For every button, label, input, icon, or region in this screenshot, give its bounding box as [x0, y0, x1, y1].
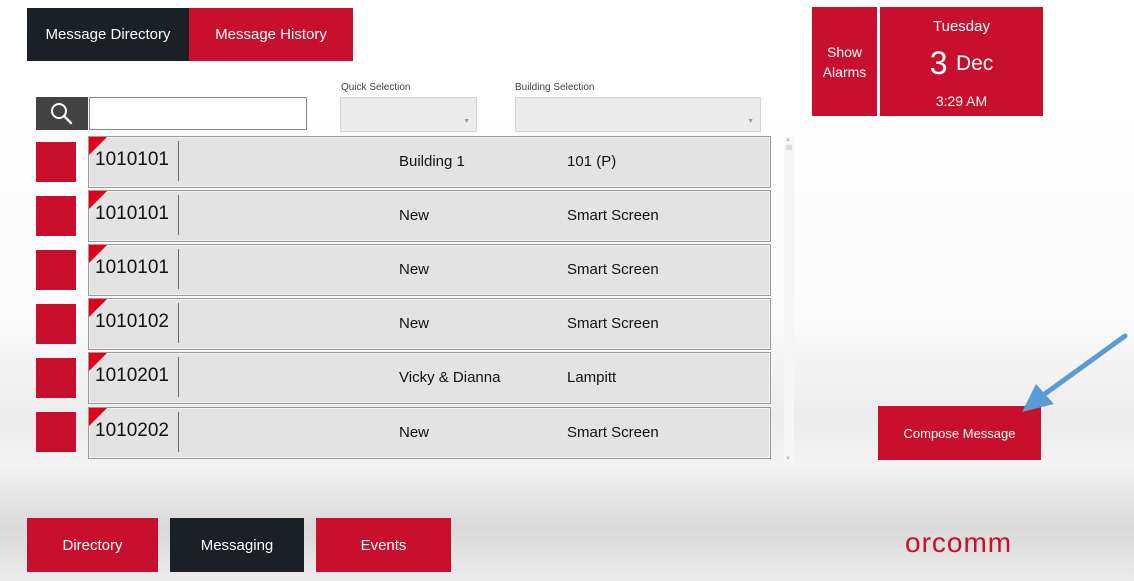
day-number: 3	[929, 45, 948, 81]
row-name: New	[399, 424, 430, 441]
weekday-label: Tuesday	[933, 18, 990, 35]
tab-message-history-label: Message History	[215, 26, 327, 43]
annotation-arrow-icon	[1022, 333, 1128, 412]
row-name: New	[399, 315, 430, 332]
table-row[interactable]: 1010102 New Smart Screen	[88, 298, 771, 350]
table-row[interactable]: 1010202 New Smart Screen	[88, 407, 771, 459]
row-detail: Smart Screen	[567, 315, 659, 332]
search-button[interactable]	[36, 97, 88, 130]
row-name: New	[399, 207, 430, 224]
tab-events[interactable]: Events	[316, 518, 451, 572]
row-id: 1010102	[95, 311, 169, 332]
row-divider	[178, 357, 179, 397]
chevron-down-icon: ▼	[747, 118, 754, 125]
row-detail: 101 (P)	[567, 153, 617, 170]
row-select-square[interactable]	[36, 358, 76, 398]
show-alarms-line1: Show	[826, 43, 863, 60]
scroll-thumb[interactable]	[786, 145, 792, 150]
row-divider	[178, 412, 179, 452]
row-name: New	[399, 261, 430, 278]
date-time-panel: Tuesday 3 Dec 3:29 AM	[880, 7, 1043, 116]
quick-selection-dropdown[interactable]: ▼	[340, 97, 477, 132]
table-row[interactable]: 1010101 New Smart Screen	[88, 244, 771, 296]
row-name: Vicky & Dianna	[399, 369, 501, 386]
quick-selection-label: Quick Selection	[341, 82, 411, 93]
row-divider	[178, 141, 179, 181]
tab-messaging-label: Messaging	[200, 536, 274, 554]
scroll-up-icon[interactable]: ▲	[785, 137, 791, 143]
search-icon	[51, 102, 73, 124]
tab-directory[interactable]: Directory	[27, 518, 158, 572]
tab-events-label: Events	[360, 536, 407, 554]
row-divider	[178, 195, 179, 235]
row-select-square[interactable]	[36, 304, 76, 344]
tab-message-directory[interactable]: Message Directory	[27, 8, 189, 61]
tab-message-history[interactable]: Message History	[189, 8, 353, 61]
row-id: 1010202	[95, 420, 169, 441]
table-row[interactable]: 1010101 New Smart Screen	[88, 190, 771, 242]
tab-directory-label: Directory	[62, 536, 123, 554]
row-id: 1010101	[95, 203, 169, 224]
row-select-square[interactable]	[36, 196, 76, 236]
list-scrollbar[interactable]: ▲ ▼	[784, 137, 794, 462]
table-row[interactable]: 1010101 Building 1 101 (P)	[88, 136, 771, 188]
row-detail: Smart Screen	[567, 424, 659, 441]
row-detail: Smart Screen	[567, 261, 659, 278]
tab-messaging[interactable]: Messaging	[170, 518, 304, 572]
show-alarms-button[interactable]: Show Alarms	[812, 7, 877, 116]
row-detail: Lampitt	[567, 369, 617, 386]
orcomm-logo: orcomm	[905, 527, 1013, 558]
time-label: 3:29 AM	[935, 93, 988, 109]
compose-message-label: Compose Message	[903, 425, 1016, 441]
row-id: 1010201	[95, 365, 169, 386]
search-input[interactable]	[89, 97, 307, 130]
row-id: 1010101	[95, 149, 169, 170]
row-select-square[interactable]	[36, 412, 76, 452]
row-detail: Smart Screen	[567, 207, 659, 224]
date-display: 3 Dec	[880, 45, 1043, 82]
building-selection-dropdown[interactable]: ▼	[515, 97, 761, 132]
scroll-down-icon[interactable]: ▼	[785, 456, 791, 462]
table-row[interactable]: 1010201 Vicky & Dianna Lampitt	[88, 352, 771, 404]
show-alarms-line2: Alarms	[822, 63, 867, 80]
month-label: Dec	[955, 51, 994, 75]
row-divider	[178, 249, 179, 289]
tab-message-directory-label: Message Directory	[45, 26, 171, 43]
row-id: 1010101	[95, 257, 169, 278]
row-select-square[interactable]	[36, 250, 76, 290]
chevron-down-icon: ▼	[463, 118, 470, 125]
row-name: Building 1	[399, 153, 465, 170]
row-select-square[interactable]	[36, 142, 76, 182]
building-selection-label: Building Selection	[515, 82, 595, 93]
row-divider	[178, 303, 179, 343]
